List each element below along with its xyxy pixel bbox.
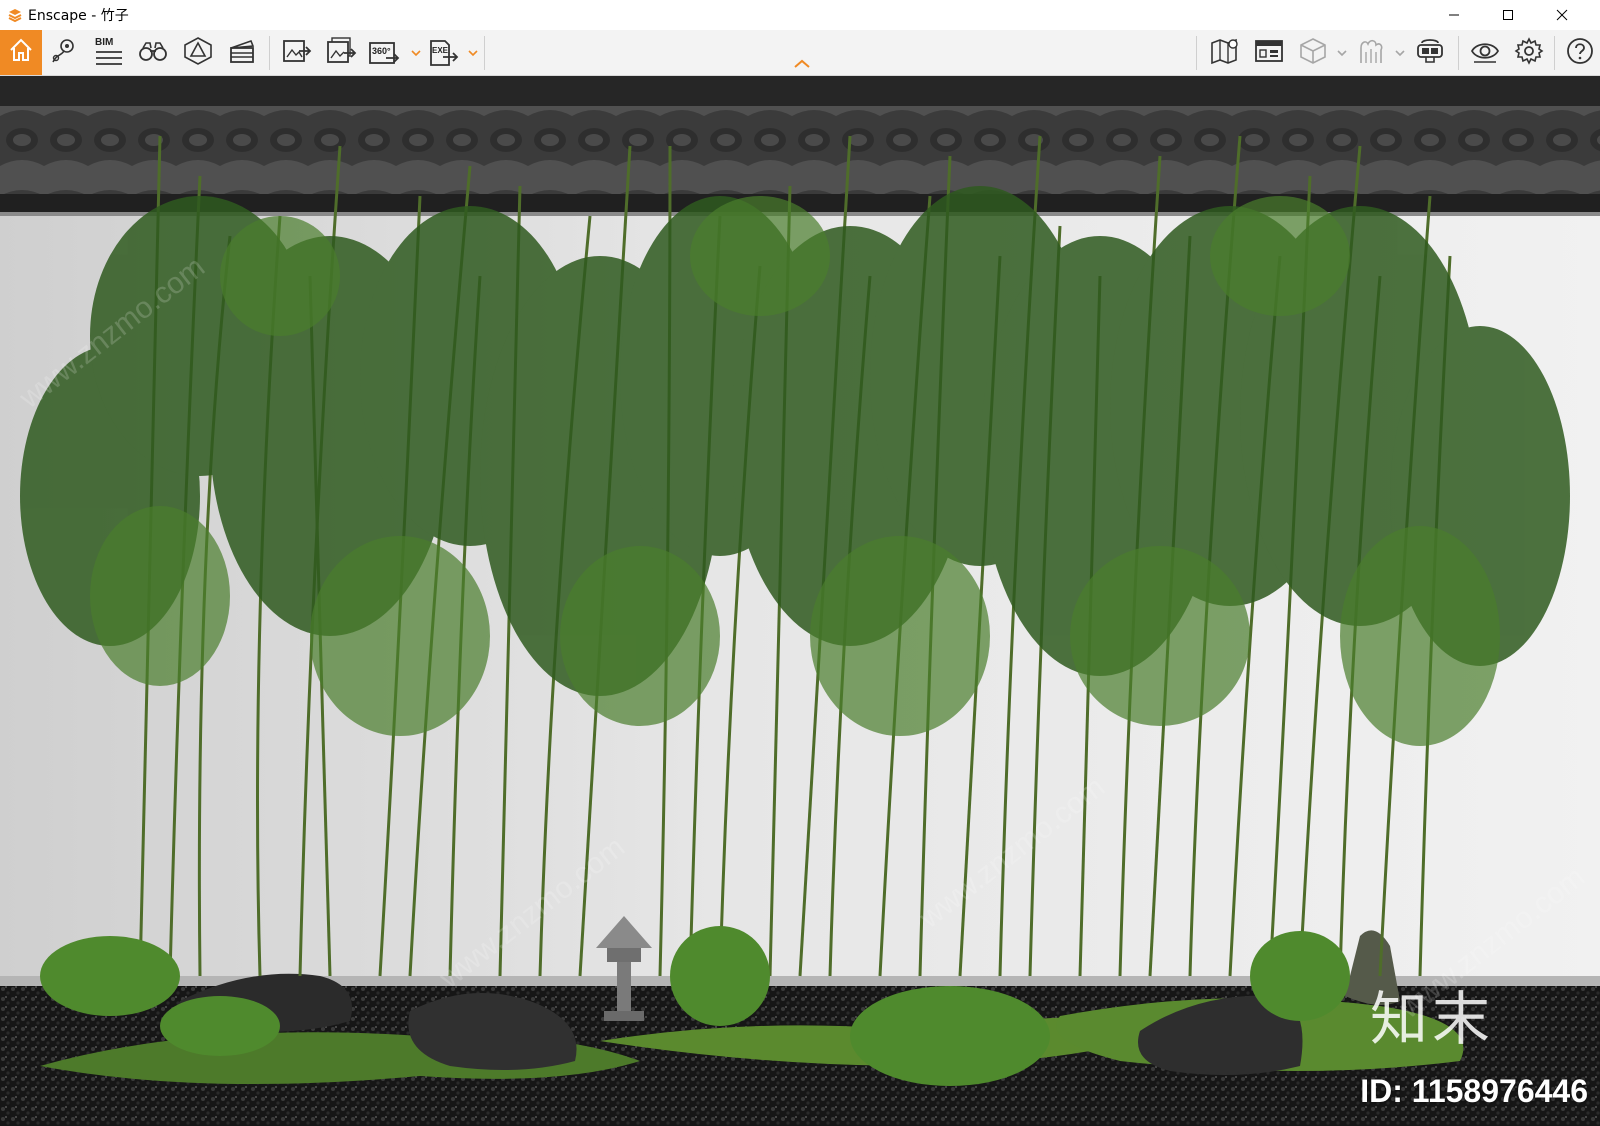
enscape-logo-icon — [6, 6, 24, 24]
minimize-icon[interactable] — [1427, 0, 1481, 30]
bim-button[interactable]: BIM — [89, 34, 127, 72]
panorama-export-button[interactable]: 360° — [365, 34, 403, 72]
visual-settings-button[interactable] — [1466, 34, 1504, 72]
watermark-logo: 知末 — [1369, 985, 1494, 1053]
help-button[interactable] — [1561, 34, 1599, 72]
exe-export-icon: EXE — [427, 37, 459, 69]
cloud-upload-icon — [1356, 36, 1386, 71]
eye-icon — [1470, 36, 1500, 71]
asset-library-icon — [1253, 35, 1285, 72]
clapperboard-icon — [227, 36, 257, 71]
material-cube-button[interactable] — [1294, 34, 1332, 72]
bamboo-garden-render — [0, 76, 1600, 1126]
toolbar-separator — [484, 36, 485, 70]
asset-library-button[interactable] — [1250, 34, 1288, 72]
binoculars-icon — [137, 36, 169, 71]
collapse-toolbar-chevron-up-icon[interactable] — [793, 57, 811, 71]
panorama-label: 360° — [372, 46, 391, 56]
render-viewport[interactable]: www.znzmo.com www.znzmo.com www.znzmo.co… — [0, 76, 1600, 1126]
maximize-icon[interactable] — [1481, 0, 1535, 30]
image-export-icon — [281, 35, 313, 72]
bim-list-icon: BIM — [92, 37, 124, 69]
question-icon — [1565, 36, 1595, 71]
toolbar-separator — [1196, 36, 1197, 70]
toolbar-separator — [269, 36, 270, 70]
panorama-dropdown-chevron-icon[interactable] — [411, 48, 421, 58]
views-button[interactable] — [45, 34, 83, 72]
batch-export-button[interactable] — [322, 34, 360, 72]
video-editor-button[interactable] — [223, 34, 261, 72]
atmosphere-button[interactable] — [179, 34, 217, 72]
vr-headset-icon — [1414, 35, 1446, 72]
map-button[interactable] — [1206, 34, 1244, 72]
exe-dropdown-chevron-icon[interactable] — [468, 48, 478, 58]
cube-icon — [1298, 36, 1328, 71]
window-title: Enscape - 竹子 — [28, 8, 129, 24]
cube-dropdown-chevron-icon[interactable] — [1337, 48, 1347, 58]
map-pin-icon — [1209, 35, 1241, 72]
home-icon — [8, 37, 34, 68]
close-icon[interactable] — [1535, 0, 1589, 30]
screenshot-export-button[interactable] — [278, 34, 316, 72]
upload-dropdown-chevron-icon[interactable] — [1395, 48, 1405, 58]
exe-export-button[interactable]: EXE — [424, 34, 462, 72]
triangle-cube-icon — [182, 35, 214, 72]
title-bar: Enscape - 竹子 — [0, 0, 1600, 30]
location-pin-icon — [49, 36, 79, 71]
gear-icon — [1514, 36, 1544, 71]
home-button[interactable] — [0, 30, 42, 75]
panorama-export-icon: 360° — [368, 37, 400, 69]
upload-button[interactable] — [1352, 34, 1390, 72]
vr-headset-button[interactable] — [1411, 34, 1449, 72]
toolbar-separator — [1458, 36, 1459, 70]
batch-export-icon — [325, 35, 357, 72]
toolbar-separator — [1554, 36, 1555, 70]
walk-mode-button[interactable] — [134, 34, 172, 72]
watermark-id: ID: 1158976446 — [1360, 1073, 1588, 1109]
general-settings-button[interactable] — [1510, 34, 1548, 72]
exe-label: EXE — [432, 46, 449, 55]
